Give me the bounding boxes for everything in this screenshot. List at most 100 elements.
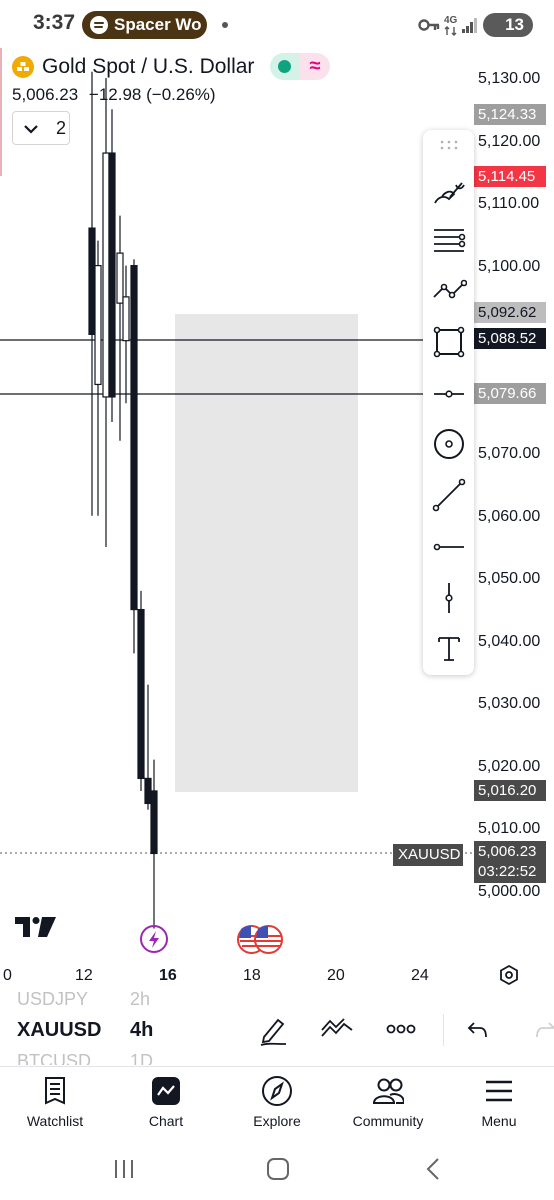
horizontal-line-tool[interactable] xyxy=(423,374,474,414)
price-axis-label: 5,120.00 xyxy=(478,133,541,150)
text-tool[interactable] xyxy=(423,628,474,668)
time-axis-label: 24 xyxy=(411,967,429,984)
nav-community[interactable]: Community xyxy=(333,1067,443,1139)
rectangle-drawing[interactable] xyxy=(175,314,358,792)
candle-up xyxy=(116,252,124,304)
indicators-toggle-button[interactable]: 2 xyxy=(12,111,70,145)
key-icon xyxy=(418,19,440,31)
candle-down xyxy=(88,227,96,336)
price-tag: 5,088.52 xyxy=(474,328,546,349)
vertical-line-tool[interactable] xyxy=(423,578,474,618)
nav-label: Community xyxy=(352,1113,424,1129)
symbol-price-tag: XAUUSD xyxy=(393,844,463,866)
trend-line-tool[interactable] xyxy=(423,475,474,515)
media-playback-pill[interactable]: Spacer Wo xyxy=(82,11,207,39)
community-icon xyxy=(372,1078,404,1104)
flash-event-icon[interactable] xyxy=(140,925,168,953)
more-options-icon[interactable] xyxy=(386,1024,416,1034)
horizontal-ray-icon xyxy=(433,543,464,551)
text-icon xyxy=(437,637,460,661)
fib-retracement-icon xyxy=(433,229,465,252)
price-tag: 5,124.33 xyxy=(474,104,546,125)
home-icon[interactable] xyxy=(266,1157,290,1181)
current-price: 5,006.23 xyxy=(478,843,537,860)
brush-tool[interactable] xyxy=(423,172,474,212)
circle-icon xyxy=(433,429,464,459)
undo-icon[interactable] xyxy=(466,1020,490,1040)
nav-chart[interactable]: Chart xyxy=(111,1067,221,1139)
brush-icon xyxy=(433,182,465,204)
battery-indicator: 13 xyxy=(483,13,533,37)
left-edge-marker xyxy=(0,48,2,176)
redo-icon[interactable] xyxy=(536,1020,554,1040)
current-symbol[interactable]: XAUUSD xyxy=(17,1019,101,1042)
price-axis-label: 5,020.00 xyxy=(478,758,541,775)
drawing-toolbar xyxy=(423,130,474,675)
symbol-bar: USDJPY 2h XAUUSD 4h BTCUSD 1D xyxy=(0,989,554,1066)
network-type: 4G xyxy=(444,15,458,26)
next-symbol[interactable]: BTCUSD xyxy=(17,1051,91,1065)
current-price-tag: 5,006.23 03:22:52 xyxy=(474,841,546,883)
media-title: Spacer Wo xyxy=(114,15,202,34)
market-status-badges[interactable]: ≈ xyxy=(270,53,330,80)
pencil-icon[interactable] xyxy=(258,1014,288,1046)
time-axis-label: 12 xyxy=(75,967,93,984)
horizontal-ray-tool[interactable] xyxy=(423,527,474,567)
pattern-tool[interactable] xyxy=(423,270,474,310)
time-axis-label: 16 xyxy=(159,967,177,984)
toolbar-drag-handle[interactable] xyxy=(423,130,474,160)
recent-apps-icon[interactable] xyxy=(113,1158,135,1180)
us-economic-events-icon[interactable] xyxy=(237,925,283,954)
battery-level: 13 xyxy=(505,15,524,34)
candle-down xyxy=(150,790,158,855)
nav-label: Explore xyxy=(253,1113,301,1129)
rectangle-icon xyxy=(433,326,464,358)
price-axis-label: 5,030.00 xyxy=(478,695,541,712)
symbol-title[interactable]: Gold Spot / U.S. Dollar xyxy=(42,55,254,79)
price-axis-label: 5,010.00 xyxy=(478,820,541,837)
price-axis-label: 5,050.00 xyxy=(478,570,541,587)
price-axis-label: 5,000.00 xyxy=(478,883,541,900)
prev-timeframe[interactable]: 2h xyxy=(130,989,150,1010)
current-timeframe[interactable]: 4h xyxy=(130,1019,153,1042)
clock: 3:37 xyxy=(33,11,76,34)
prev-symbol[interactable]: USDJPY xyxy=(17,989,88,1010)
nav-label: Watchlist xyxy=(26,1113,84,1129)
status-bar: 3:37 Spacer Wo 4G 13 xyxy=(0,0,554,50)
nav-watchlist[interactable]: Watchlist xyxy=(0,1067,110,1139)
candle-up xyxy=(94,265,102,386)
circle-tool[interactable] xyxy=(423,424,474,464)
nav-explore[interactable]: Explore xyxy=(222,1067,332,1139)
nav-label: Chart xyxy=(148,1113,184,1129)
system-navigation-bar xyxy=(0,1138,554,1200)
next-timeframe[interactable]: 1D xyxy=(130,1051,153,1065)
chart-settings-icon[interactable] xyxy=(498,964,520,986)
candle-up xyxy=(102,152,110,398)
vertical-line-icon xyxy=(444,583,453,613)
candles xyxy=(88,71,158,929)
price-axis-label: 5,110.00 xyxy=(478,195,540,212)
indicators-icon[interactable] xyxy=(320,1018,354,1040)
time-axis-label: 0 xyxy=(3,967,12,984)
spotify-icon xyxy=(90,16,108,34)
divider xyxy=(443,1014,444,1046)
candle-down xyxy=(130,265,138,611)
signal-icon xyxy=(462,18,477,33)
last-price: 5,006.23 xyxy=(12,85,79,104)
notification-dot xyxy=(222,22,228,28)
rectangle-tool[interactable] xyxy=(423,322,474,362)
market-open-icon xyxy=(270,53,300,80)
data-arrows-icon xyxy=(444,26,457,36)
price-axis-label: 5,100.00 xyxy=(478,258,541,275)
fib-retracement-tool[interactable] xyxy=(423,220,474,260)
nav-menu[interactable]: Menu xyxy=(444,1067,554,1139)
candle-down xyxy=(137,608,145,780)
nav-label: Menu xyxy=(481,1113,517,1129)
gold-symbol-icon xyxy=(12,56,34,78)
price-tag: 5,079.66 xyxy=(474,383,546,404)
time-axis-label: 18 xyxy=(243,967,261,984)
price-summary: 5,006.23 −12.98 (−0.26%) xyxy=(12,85,216,105)
back-icon[interactable] xyxy=(424,1157,442,1181)
price-tag: 5,114.45 xyxy=(474,166,546,187)
delayed-data-icon: ≈ xyxy=(300,53,330,80)
